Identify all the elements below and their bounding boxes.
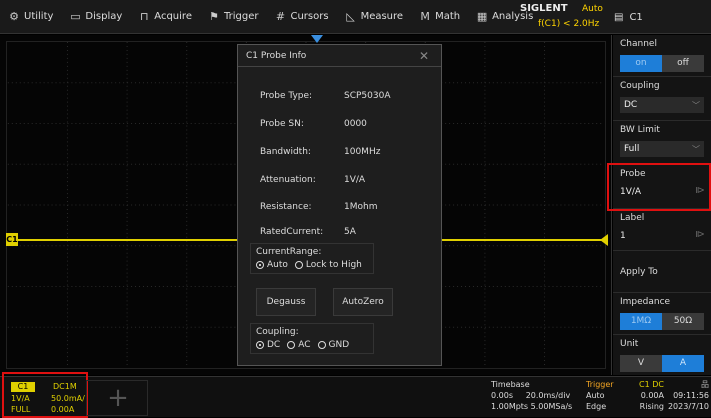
unit-a-option[interactable]: A: [662, 355, 704, 372]
info-row-attenuation: Attenuation: 1V/A: [260, 175, 366, 185]
trigger-position-marker[interactable]: [311, 35, 323, 43]
channel-on-option[interactable]: on: [620, 55, 662, 72]
info-row-probe-sn: Probe SN: 0000: [260, 119, 367, 129]
brand-logo: SIGLENT: [520, 3, 568, 14]
dialog-header: C1 Probe Info ✕: [238, 45, 441, 67]
coupling-dc-radio[interactable]: DC: [256, 340, 280, 350]
radio-unselected-icon: [287, 341, 296, 349]
channel-toggle[interactable]: on off: [620, 55, 704, 72]
radio-selected-icon: [256, 341, 264, 349]
menu-utility[interactable]: ⚙ Utility: [0, 0, 61, 34]
run-state: Auto: [582, 4, 603, 14]
gear-icon: ⚙: [9, 10, 19, 23]
channel-1-offset-marker[interactable]: C1: [6, 233, 18, 246]
status-bar: C1 DC1M 1V/A 50.0mA/ FULL 0.00A + Timebase…: [0, 372, 711, 418]
dialog-title: C1 Probe Info: [246, 50, 307, 61]
menu-measure[interactable]: ◺ Measure: [337, 0, 412, 34]
cursors-icon: #: [275, 10, 286, 23]
trigger-info[interactable]: Trigger Auto Edge: [586, 379, 614, 412]
trigger-level-arrow[interactable]: [600, 234, 608, 246]
unit-v-option[interactable]: V: [620, 355, 662, 372]
timebase-info[interactable]: Timebase 0.00s 20.0ms/div 1.00Mpts 5.00M…: [491, 379, 572, 412]
sp-apply-to[interactable]: Apply To: [613, 251, 711, 293]
analysis-icon: ▦: [476, 10, 488, 23]
network-icon: 品: [701, 380, 709, 389]
trigger-flag-icon: ⚑: [209, 10, 219, 23]
menu-acquire[interactable]: ⊓ Acquire: [130, 0, 200, 34]
radio-selected-icon: [256, 261, 264, 269]
chevron-down-icon: ﹀: [692, 100, 700, 110]
coupling-select[interactable]: DC ﹀: [620, 97, 704, 113]
menu-math[interactable]: M Math: [411, 0, 468, 34]
probe-highlight-box: [607, 163, 711, 211]
menu-cursors[interactable]: # Cursors: [266, 0, 336, 34]
info-row-resistance: Resistance: 1Mohm: [260, 202, 378, 212]
probe-info-dialog: C1 Probe Info ✕ Probe Type: SCP5030A Prob…: [237, 44, 442, 366]
unit-toggle[interactable]: V A: [620, 355, 704, 372]
coupling-group: Coupling: DC AC GND: [250, 323, 374, 354]
current-range-auto-radio[interactable]: Auto: [256, 260, 288, 270]
channel-menu-icon: ▤: [614, 11, 624, 23]
submenu-arrow-icon: ⧐: [695, 229, 705, 240]
close-icon[interactable]: ✕: [415, 47, 433, 65]
current-range-lock-radio[interactable]: Lock to High: [294, 260, 362, 270]
radio-unselected-icon: [317, 341, 326, 349]
radio-unselected-icon: [294, 261, 303, 269]
add-channel-button[interactable]: +: [86, 380, 148, 416]
math-icon: M: [420, 10, 430, 23]
chevron-down-icon: ﹀: [692, 144, 700, 154]
menu-trigger[interactable]: ⚑ Trigger: [200, 0, 267, 34]
impedance-toggle[interactable]: 1MΩ 50Ω: [620, 313, 704, 330]
display-icon: ▭: [70, 10, 81, 23]
impedance-1m-option[interactable]: 1MΩ: [620, 313, 662, 330]
bw-limit-select[interactable]: Full ﹀: [620, 141, 704, 157]
channel-off-option[interactable]: off: [662, 55, 704, 72]
info-row-probe-type: Probe Type: SCP5030A: [260, 91, 391, 101]
sp-bw-limit[interactable]: BW Limit Full ﹀: [613, 121, 711, 165]
info-row-bandwidth: Bandwidth: 100MHz: [260, 147, 381, 157]
coupling-ac-radio[interactable]: AC: [287, 340, 311, 350]
channel-descriptor-highlight-box: [2, 372, 88, 418]
sp-impedance: Impedance 1MΩ 50Ω: [613, 293, 711, 335]
menu-channel-c1[interactable]: ▤ C1: [614, 0, 643, 34]
coupling-title: Coupling:: [256, 327, 299, 337]
current-range-group: CurrentRange: Auto Lock to High: [250, 243, 374, 274]
acquire-icon: ⊓: [140, 10, 149, 23]
measure-icon: ◺: [346, 10, 355, 23]
trigger-status: f(C1) < 2.0Hz: [538, 19, 600, 29]
current-range-title: CurrentRange:: [256, 247, 322, 257]
degauss-button[interactable]: Degauss: [256, 288, 316, 316]
sp-channel: Channel on off: [613, 35, 711, 77]
autozero-button[interactable]: AutoZero: [333, 288, 393, 316]
sp-coupling[interactable]: Coupling DC ﹀: [613, 77, 711, 121]
clock: 品 09:11:56 2023/7/10: [667, 380, 709, 411]
impedance-50-option[interactable]: 50Ω: [662, 313, 704, 330]
menu-display[interactable]: ▭ Display: [61, 0, 130, 34]
info-row-rated-current: RatedCurrent: 5A: [260, 227, 356, 237]
coupling-gnd-radio[interactable]: GND: [317, 340, 349, 350]
trigger-source-info[interactable]: C1 DC 0.00A Rising: [622, 379, 664, 412]
plus-icon: +: [107, 383, 129, 413]
menu-bar: ⚙ Utility ▭ Display ⊓ Acquire ⚑ Trigger # Cur…: [0, 0, 711, 34]
sp-label[interactable]: Label 1 ⧐: [613, 209, 711, 251]
sp-unit: Unit V A: [613, 335, 711, 375]
